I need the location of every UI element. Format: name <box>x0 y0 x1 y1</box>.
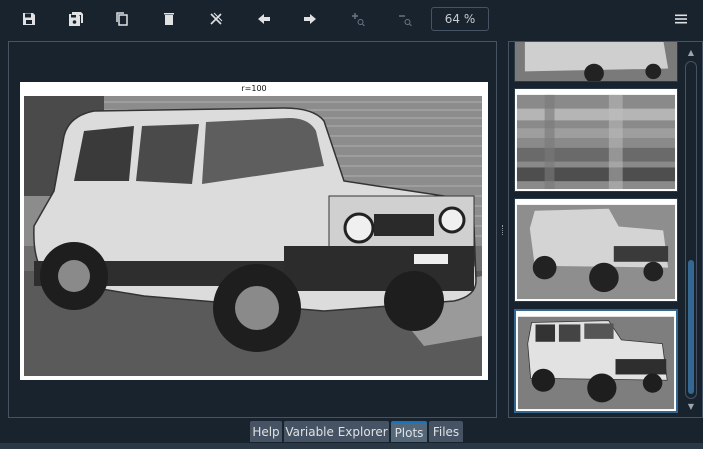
tab-files[interactable]: Files <box>429 421 463 442</box>
tab-help[interactable]: Help <box>250 421 282 442</box>
plot-thumbnail-3[interactable] <box>514 198 678 302</box>
figure-canvas[interactable]: r=100 <box>8 41 497 418</box>
next-button[interactable] <box>298 8 322 30</box>
remove-all-icon <box>210 12 223 25</box>
plot-thumbnails-panel: ▲ ▼ <box>508 41 703 418</box>
figure: r=100 <box>20 82 488 380</box>
hamburger-menu-icon <box>675 14 687 24</box>
plot-thumbnail-4-selected[interactable] <box>514 309 678 413</box>
zoom-in-icon <box>352 13 365 26</box>
thumbnails-scrollbar[interactable]: ▲ ▼ <box>685 48 697 412</box>
zoom-in-button[interactable] <box>346 8 370 30</box>
copy-icon <box>116 12 128 26</box>
tab-plots[interactable]: Plots <box>391 421 427 442</box>
previous-button[interactable] <box>252 8 276 30</box>
scroll-up-arrow-icon[interactable]: ▲ <box>685 48 697 58</box>
tab-variable-explorer[interactable]: Variable Explorer <box>284 421 389 442</box>
grayscale-car-image <box>24 96 482 376</box>
status-strip <box>0 443 703 449</box>
save-all-icon <box>69 12 83 26</box>
zoom-level-field[interactable]: 64 % <box>431 7 489 31</box>
scrollbar-thumb[interactable] <box>688 260 694 394</box>
plot-thumbnail-1[interactable] <box>514 42 678 82</box>
thumbnail-image <box>515 42 677 81</box>
thumbnail-image <box>516 311 676 411</box>
copy-button[interactable] <box>110 8 134 30</box>
save-button[interactable] <box>17 8 41 30</box>
remove-button[interactable] <box>157 8 181 30</box>
trash-icon <box>164 13 174 25</box>
plot-thumbnail-2[interactable] <box>514 88 678 192</box>
zoom-out-button[interactable] <box>393 8 417 30</box>
save-icon <box>23 13 35 25</box>
scrollbar-track[interactable] <box>685 61 697 399</box>
save-all-button[interactable] <box>64 8 88 30</box>
zoom-out-icon <box>399 15 412 26</box>
thumbnail-image <box>515 199 677 301</box>
options-menu-button[interactable] <box>669 8 693 30</box>
plot-title: r=100 <box>241 84 267 93</box>
remove-all-button[interactable] <box>204 8 228 30</box>
scroll-down-arrow-icon[interactable]: ▼ <box>685 402 697 412</box>
plots-toolbar: 64 % <box>0 0 703 40</box>
thumbnail-image <box>515 89 677 191</box>
arrow-left-icon <box>258 14 270 24</box>
panel-splitter-handle[interactable] <box>500 41 507 418</box>
pane-tab-bar: Help Variable Explorer Plots Files <box>0 419 703 443</box>
arrow-right-icon <box>304 14 316 24</box>
